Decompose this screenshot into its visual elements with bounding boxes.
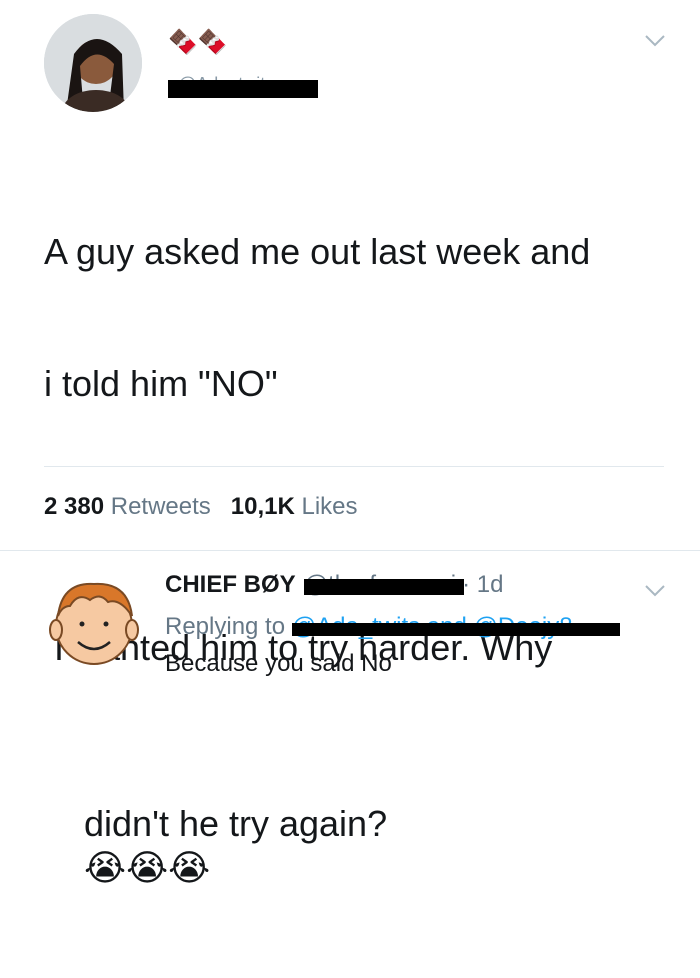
reply-time[interactable]: · 1d [462, 570, 503, 600]
reply-handle[interactable]: @therforeanni [303, 570, 464, 600]
replying-to-handles[interactable]: @Ada_twits and @Deejy8 [291, 613, 620, 640]
likes-label: Likes [301, 493, 358, 520]
profile-photo [44, 14, 142, 112]
tweet-line-4-row: didn't he try again? 😭😭😭 [44, 758, 674, 934]
author-name-emoji: 🍫🍫 [168, 29, 228, 56]
reply-avatar[interactable] [44, 572, 144, 672]
crying-emoji-icons: 😭😭😭 [84, 847, 211, 888]
author-avatar[interactable] [44, 14, 142, 112]
replying-handles-redaction [291, 623, 620, 636]
retweets-stat[interactable]: 2 380 Retweets [44, 492, 211, 522]
replying-to-row: Replying to @Ada_twits and @Deejy8 [165, 612, 620, 642]
chevron-down-icon[interactable] [644, 34, 666, 48]
likes-stat[interactable]: 10,1K Likes [231, 492, 358, 522]
likes-count: 10,1K [230, 493, 295, 520]
reply-author-name[interactable]: CHIEF BØY [165, 570, 296, 600]
tweet-line-2: i told him "NO" [44, 363, 278, 404]
author-display-name[interactable]: 🍫🍫 [168, 28, 228, 58]
retweets-count: 2 380 [44, 493, 105, 520]
tweet-line-1: A guy asked me out last week and [44, 231, 591, 272]
reply-header: CHIEF BØY @therforeanni · 1d [165, 570, 504, 600]
replying-to-label: Replying to [165, 613, 286, 640]
tweet-text: A guy asked me out last week and i told … [44, 142, 674, 978]
reply-divider [0, 550, 700, 551]
tweet-stats: 2 380 Retweets 10,1K Likes [44, 492, 358, 522]
reply-text: Because you said No [165, 650, 392, 677]
stats-top-divider [44, 466, 664, 467]
reply-chevron-down-icon[interactable] [644, 584, 666, 598]
tweet-line-4: didn't he try again? [84, 803, 388, 844]
handle-redaction [168, 80, 318, 98]
retweets-label: Retweets [110, 493, 211, 520]
reply-handle-redaction [303, 579, 464, 595]
